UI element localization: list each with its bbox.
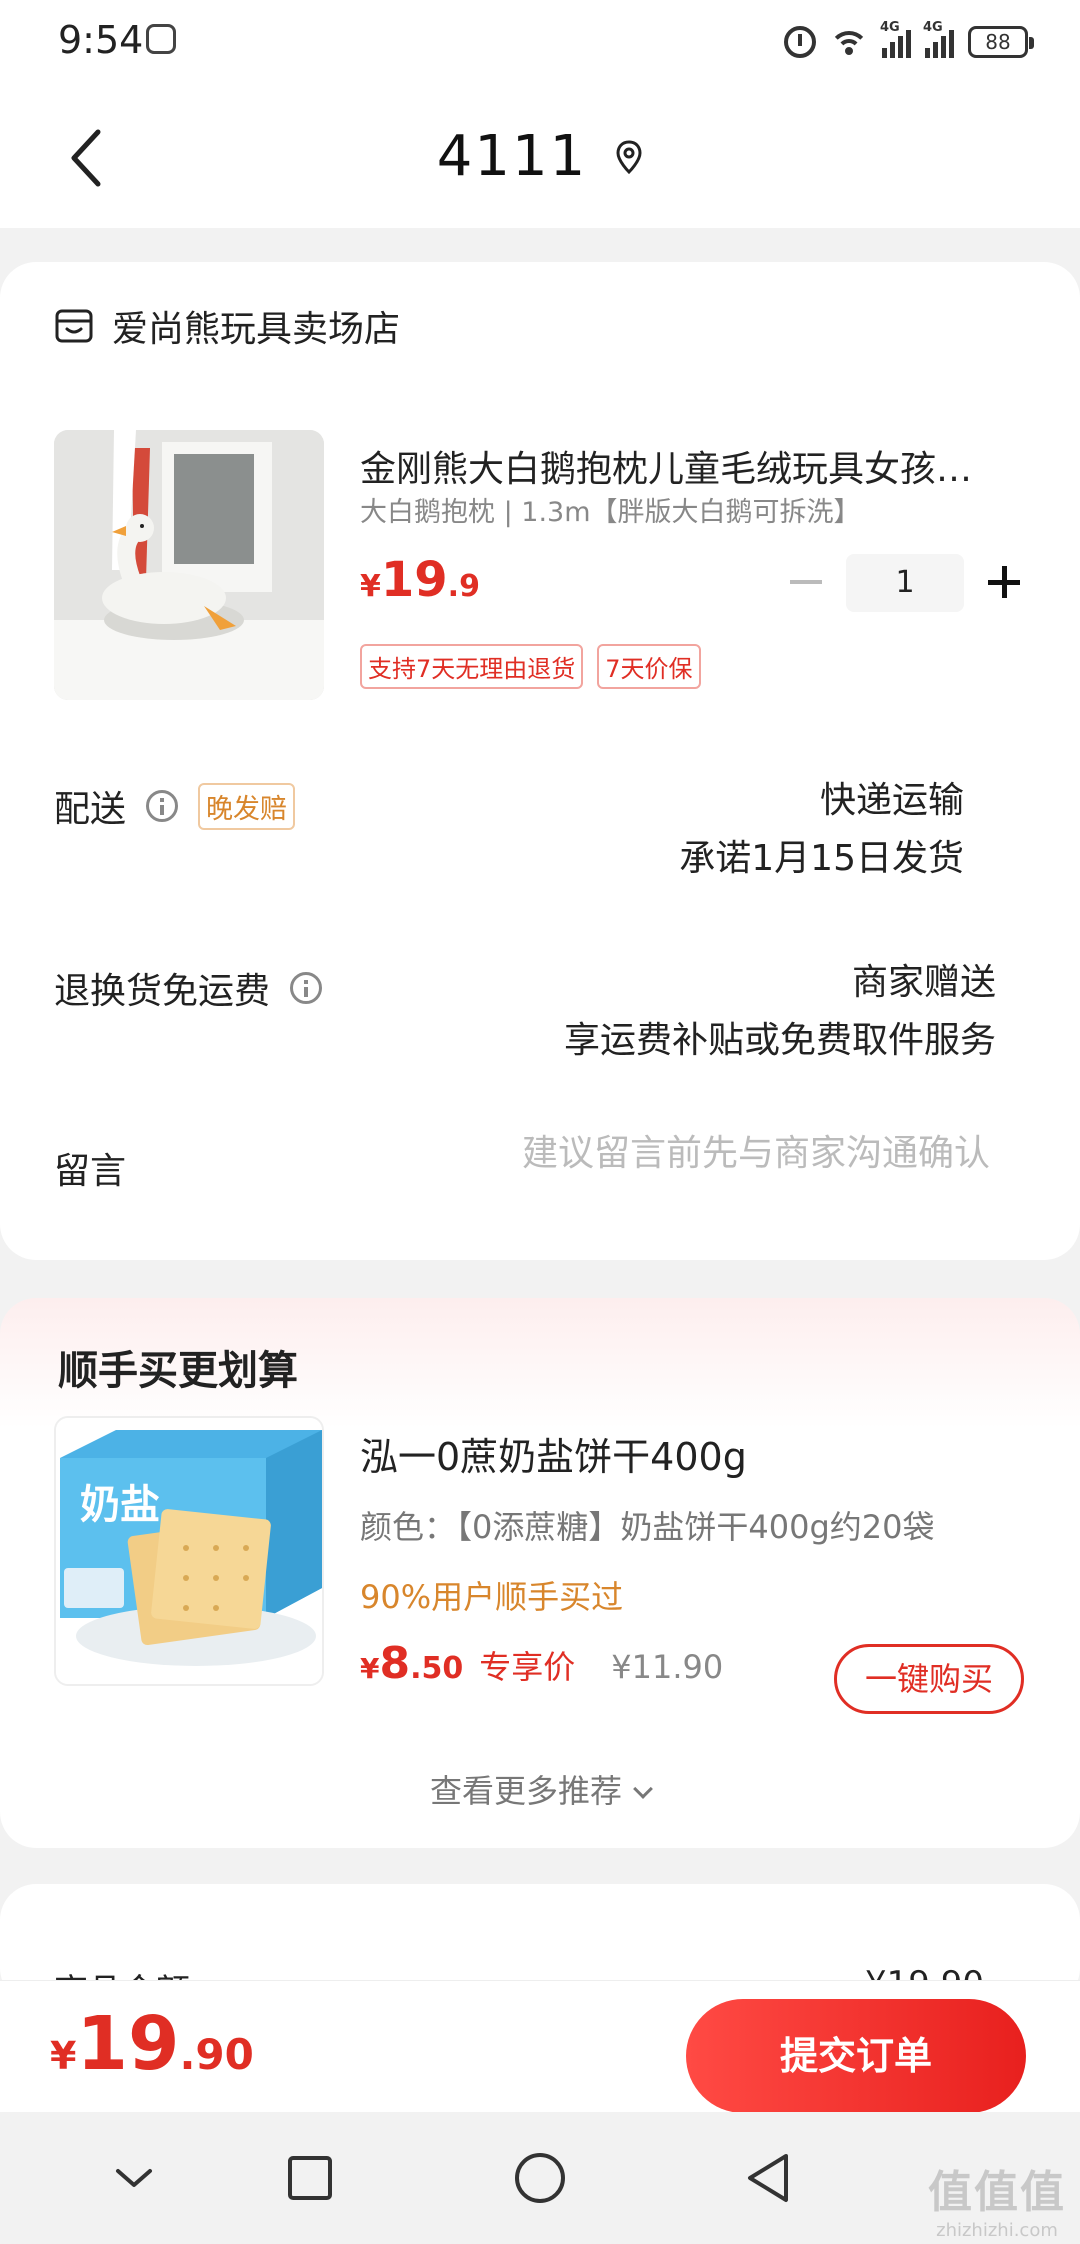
recommend-title: 顺手买更划算 <box>58 1348 298 1394</box>
total-price: ¥19.90 <box>50 2001 254 2087</box>
system-nav-bar: 值值值 zhizhizhi.com <box>0 2112 1080 2244</box>
price-decimal: .50 <box>410 1651 464 1686</box>
nav-collapse-button[interactable] <box>94 2138 174 2218</box>
nav-recents-button[interactable] <box>270 2138 350 2218</box>
watermark: 值值值 zhizhizhi.com <box>928 2156 1066 2241</box>
location-pin-icon[interactable] <box>615 139 643 174</box>
more-recommend-label: 查看更多推荐 <box>429 1772 622 1810</box>
network-label: 4G <box>880 20 900 35</box>
tag-return: 支持7天无理由退货 <box>360 644 584 689</box>
product-spec[interactable]: 大白鹅抱枕 | 1.3m【胖版大白鹅可拆洗】 <box>360 490 861 529</box>
delivery-promise: 承诺1月15日发货 <box>679 838 964 879</box>
delivery-label: 配送 <box>54 789 127 830</box>
order-card: 爱尚熊玩具卖场店 金刚熊大白鹅抱枕儿童毛绒玩具女孩… 大白鹅抱枕 | 1.3m【… <box>0 262 1080 1260</box>
return-shipping-value[interactable]: 商家赠送 享运费补贴或免费取件服务 <box>564 954 996 1070</box>
alarm-icon <box>784 26 816 58</box>
product-title[interactable]: 金刚熊大白鹅抱枕儿童毛绒玩具女孩… <box>360 440 1030 492</box>
network-label: 4G <box>923 20 943 35</box>
quantity-value[interactable]: 1 <box>846 554 964 612</box>
one-click-buy-button[interactable]: 一键购买 <box>834 1644 1024 1714</box>
chevron-down-icon <box>633 1779 653 1799</box>
address-title[interactable]: 4111 <box>437 124 588 189</box>
shop-name: 爱尚熊玩具卖场店 <box>112 309 401 350</box>
quantity-minus-button[interactable] <box>786 562 826 602</box>
watermark-main: 值值值 <box>928 2167 1066 2218</box>
product-price: ¥19.9 <box>360 552 480 608</box>
battery-icon: 88 <box>968 26 1034 58</box>
delivery-row-label: 配送 晚发赔 <box>54 780 296 832</box>
currency-symbol: ¥ <box>360 1652 380 1685</box>
more-recommend-link[interactable]: 查看更多推荐 <box>0 1766 1080 1812</box>
shop-row[interactable]: 爱尚熊玩具卖场店 <box>54 300 400 352</box>
recommend-item-color[interactable]: 颜色：【0添蔗糖】奶盐饼干400g约20袋 <box>360 1502 934 1548</box>
remark-row-label: 留言 <box>54 1142 126 1194</box>
circle-icon <box>515 2153 565 2203</box>
return-shipping-detail: 享运费补贴或免费取件服务 <box>563 1020 996 1061</box>
currency-symbol: ¥ <box>50 2034 77 2078</box>
return-shipping-provider: 商家赠送 <box>851 962 996 1003</box>
original-price: ¥11.90 <box>611 1648 724 1686</box>
return-row-label: 退换货免运费 <box>54 962 323 1014</box>
status-bar: 9:54 4G 4G 88 <box>0 0 1080 86</box>
service-tags: 支持7天无理由退货 7天价保 <box>360 644 701 689</box>
price-integer: 19 <box>76 2001 180 2087</box>
shop-icon <box>55 309 93 343</box>
bottom-bar: ¥19.90 提交订单 <box>0 1980 1080 2113</box>
price-decimal: .90 <box>179 2030 254 2079</box>
nav-back-button[interactable] <box>728 2138 808 2218</box>
tag-price-protection: 7天价保 <box>597 644 701 689</box>
recommend-price-row: ¥8.50 专享价 ¥11.90 <box>360 1638 723 1689</box>
wifi-icon <box>830 27 868 57</box>
price-integer: 19 <box>380 552 448 608</box>
nav-header: 4111 <box>0 86 1080 228</box>
remark-input[interactable] <box>380 1124 990 1182</box>
currency-symbol: ¥ <box>360 569 381 604</box>
info-icon[interactable] <box>146 790 179 822</box>
return-shipping-label: 退换货免运费 <box>54 971 271 1012</box>
status-time: 9:54 <box>58 18 144 62</box>
box-label: 奶盐 <box>80 1482 160 1528</box>
quantity-plus-button[interactable] <box>984 562 1024 602</box>
chevron-down-icon <box>116 2169 152 2187</box>
price-integer: 8 <box>379 1638 411 1689</box>
status-icons: 4G 4G 88 <box>784 20 1034 62</box>
remark-label: 留言 <box>54 1151 127 1192</box>
signal-icon: 4G <box>880 20 911 58</box>
signal-icon: 4G <box>923 20 954 58</box>
recommend-item-name[interactable]: 泓一0蔗奶盐饼干400g <box>360 1426 747 1481</box>
recommend-card: 顺手买更划算 奶盐 泓一0蔗奶盐饼干400g 颜色：【0添蔗糖】奶盐饼干400g… <box>0 1298 1080 1848</box>
delivery-value[interactable]: 快递运输 承诺1月15日发货 <box>679 772 964 888</box>
late-shipping-badge: 晚发赔 <box>198 782 296 830</box>
recommend-price: ¥8.50 <box>360 1638 463 1689</box>
product-image[interactable] <box>54 430 324 700</box>
delivery-method: 快递运输 <box>819 780 964 821</box>
price-decimal: .9 <box>447 569 480 604</box>
square-icon <box>288 2156 332 2200</box>
triangle-back-icon <box>748 2154 788 2202</box>
gesture-icon <box>146 24 176 54</box>
recommend-product-image[interactable]: 奶盐 <box>54 1416 324 1686</box>
submit-order-button[interactable]: 提交订单 <box>686 1999 1026 2113</box>
nav-home-button[interactable] <box>500 2138 580 2218</box>
exclusive-price-label: 专享价 <box>479 1648 576 1686</box>
info-icon[interactable] <box>290 972 323 1004</box>
recommend-bought-text: 90%用户顺手买过 <box>360 1578 624 1616</box>
watermark-sub: zhizhizhi.com <box>936 2220 1058 2241</box>
page-title: 4111 <box>0 124 1080 189</box>
